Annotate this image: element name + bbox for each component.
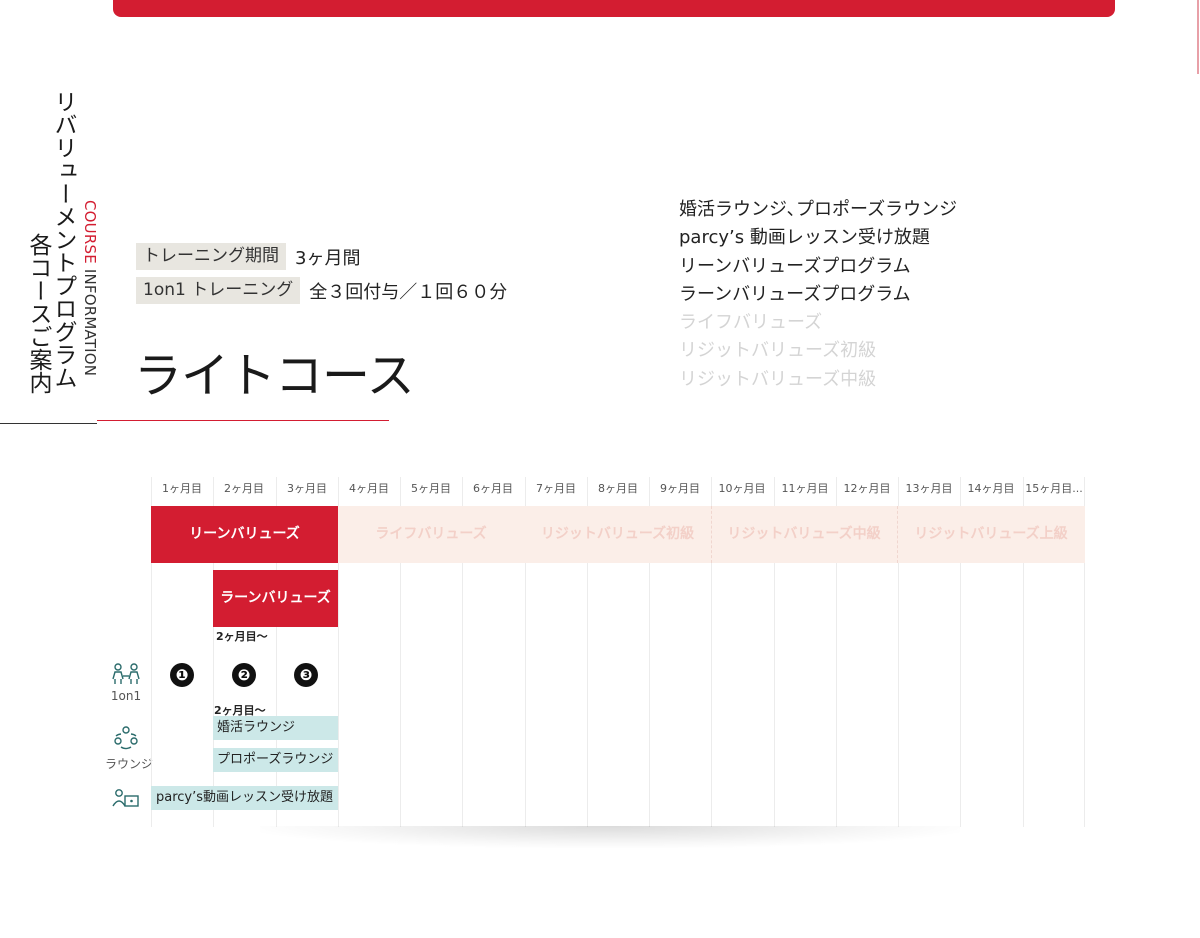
course-underline (97, 420, 389, 421)
session-1-badge: ❶ (170, 663, 194, 687)
one-on-one-label: 1on1 (110, 689, 142, 703)
lounge-label: ラウンジ (105, 757, 154, 771)
course-word: COURSE (81, 200, 99, 264)
propose-lounge-bar: プロポーズラウンジ (213, 748, 338, 772)
feature-excluded: リジットバリューズ初級 (679, 340, 877, 362)
course-name: ライトコース (134, 348, 415, 404)
month-header: 8ヶ月目 (598, 482, 638, 495)
month-header: 12ヶ月目 (843, 482, 891, 495)
konkatsu-lounge-bar: 婚活ラウンジ (213, 716, 338, 740)
lounge-row-label: ラウンジ (105, 725, 154, 772)
session-2-badge: ❷ (232, 663, 256, 687)
training-period-row: トレーニング期間 3ヶ月間 (136, 243, 360, 270)
month-header: 7ヶ月目 (536, 482, 576, 495)
feature-included: リーンバリューズプログラム (679, 255, 911, 277)
one-on-one-tag: 1on1 トレーニング (136, 277, 301, 304)
schedule-grid: 1ヶ月目 2ヶ月目 3ヶ月目 4ヶ月目 5ヶ月目 6ヶ月目 7ヶ月目 8ヶ月目 9ヶ月目 10ヶ月… (151, 477, 1085, 829)
feature-included: ラーンバリューズプログラム (679, 283, 911, 305)
month-header: 6ヶ月目 (473, 482, 513, 495)
feature-excluded: ライフバリューズ (679, 312, 823, 334)
month-header: 14ヶ月目 (967, 482, 1015, 495)
feature-list: 婚活ラウンジ､プロポーズラウンジ parcy’s 動画レッスン受け放題 リーンバ… (679, 196, 957, 394)
program-subtitle: 各コースご案内 (25, 233, 51, 394)
people-meeting-icon (112, 663, 140, 684)
month-header: 1ヶ月目 (162, 482, 202, 495)
title-underline (0, 423, 97, 424)
group-icon (114, 726, 138, 750)
program-bar-faded: リジットバリューズ上級 (897, 506, 1085, 563)
training-period-value: 3ヶ月間 (295, 247, 361, 269)
program-bar-faded: リジットバリューズ初級 (524, 506, 711, 563)
edge-divider (1197, 0, 1199, 74)
feature-excluded: リジットバリューズ中級 (679, 368, 877, 390)
month-header: 15ヶ月目... (1025, 482, 1083, 495)
top-accent-bar (113, 0, 1115, 17)
training-period-tag: トレーニング期間 (136, 243, 286, 270)
one-on-one-row-label: 1on1 (105, 663, 147, 703)
one-on-one-value: 全３回付与／１回６０分 (309, 281, 508, 303)
video-row-label (105, 788, 147, 812)
learn-values-bar: ラーンバリューズ (213, 570, 338, 627)
month-header: 2ヶ月目 (224, 482, 264, 495)
program-bar-faded: ライフバリューズ (338, 506, 524, 563)
course-information-label: COURSE INFORMATION (81, 200, 99, 376)
month-header: 5ヶ月目 (411, 482, 451, 495)
grid-shadow (260, 826, 960, 848)
program-title: リバリューメントプログラム (50, 90, 76, 389)
video-lessons-bar: parcy’s動画レッスン受け放題 (151, 786, 338, 810)
month-header: 4ヶ月目 (349, 482, 389, 495)
month-header: 3ヶ月目 (287, 482, 327, 495)
program-bar-main: リーンバリューズ (151, 506, 338, 563)
one-on-one-row: 1on1 トレーニング 全３回付与／１回６０分 (136, 277, 507, 304)
month-header: 10ヶ月目 (718, 482, 766, 495)
session-3-badge: ❸ (294, 663, 318, 687)
information-word: INFORMATION (81, 268, 99, 377)
month-header: 9ヶ月目 (660, 482, 700, 495)
feature-included: parcy’s 動画レッスン受け放題 (679, 227, 930, 249)
learn-values-start-note: 2ヶ月目〜 (216, 630, 268, 643)
video-lesson-icon (112, 789, 139, 807)
month-header: 11ヶ月目 (781, 482, 829, 495)
program-divider (711, 506, 712, 563)
program-bar-faded: リジットバリューズ中級 (711, 506, 897, 563)
month-header: 13ヶ月目 (905, 482, 953, 495)
feature-included: 婚活ラウンジ､プロポーズラウンジ (679, 199, 958, 220)
program-divider (897, 506, 898, 563)
